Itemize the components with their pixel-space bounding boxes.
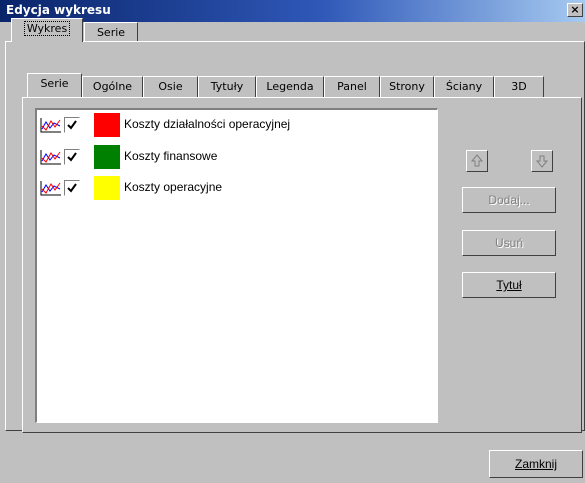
tab-strony-label: Strony xyxy=(389,80,425,93)
tab-panel[interactable]: Panel xyxy=(324,76,380,98)
tab-ogolne[interactable]: Ogólne xyxy=(82,76,143,98)
close-window-button[interactable]: × xyxy=(567,3,583,17)
tab-tytuly[interactable]: Tytuły xyxy=(198,76,256,98)
close-button[interactable]: Zamknij xyxy=(489,450,583,478)
tab-legenda[interactable]: Legenda xyxy=(256,76,324,98)
remove-series-button[interactable]: Usuń xyxy=(462,230,556,256)
series-name: Koszty działalności operacyjnej xyxy=(124,117,291,131)
dialog-body: Wykres Serie Serie Ogólne Osie Tytuły Legend… xyxy=(0,18,585,483)
close-button-label: Zamknij xyxy=(514,457,557,471)
line-chart-icon xyxy=(40,149,62,165)
series-title-button[interactable]: Tytuł xyxy=(462,272,556,298)
series-row[interactable]: Koszty działalności operacyjnej xyxy=(40,113,430,137)
arrow-down-icon xyxy=(535,155,549,168)
series-title-label: Tytuł xyxy=(496,278,522,292)
add-series-button[interactable]: Dodaj... xyxy=(462,187,556,213)
remove-series-label: Usuń xyxy=(494,236,523,250)
tab-wykres-label: Wykres xyxy=(23,21,71,36)
tab-3d[interactable]: 3D xyxy=(494,76,544,98)
arrow-up-icon xyxy=(470,154,484,167)
tab-legenda-label: Legenda xyxy=(266,80,314,93)
window-title: Edycja wykresu xyxy=(6,3,111,17)
tab-3d-label: 3D xyxy=(511,80,527,93)
tab-osie[interactable]: Osie xyxy=(143,76,198,98)
tab-serie[interactable]: Serie xyxy=(27,73,82,97)
series-color-swatch[interactable] xyxy=(94,113,120,137)
title-bar: Edycja wykresu × xyxy=(0,0,585,22)
series-row[interactable]: Koszty finansowe xyxy=(40,145,430,169)
series-visible-checkbox[interactable] xyxy=(64,117,80,133)
tab-panel-label: Panel xyxy=(337,80,367,93)
line-chart-icon xyxy=(40,180,62,196)
series-row[interactable]: Koszty operacyjne xyxy=(40,176,430,200)
move-down-button[interactable] xyxy=(531,150,553,172)
series-name: Koszty finansowe xyxy=(124,149,218,163)
tab-serie-outer-label: Serie xyxy=(96,26,126,39)
tab-serie-label: Serie xyxy=(40,77,69,90)
tab-sciany[interactable]: Ściany xyxy=(434,76,494,98)
line-chart-icon xyxy=(40,117,62,133)
series-name: Koszty operacyjne xyxy=(124,180,223,194)
add-series-label: Dodaj... xyxy=(488,193,530,207)
tab-osie-label: Osie xyxy=(158,80,183,93)
series-listbox[interactable]: Koszty działalności operacyjnej Koszty f… xyxy=(35,108,438,423)
series-visible-checkbox[interactable] xyxy=(64,149,80,165)
tab-sciany-label: Ściany xyxy=(445,80,483,93)
tab-tytuly-label: Tytuły xyxy=(210,80,244,93)
series-color-swatch[interactable] xyxy=(94,145,120,169)
series-visible-checkbox[interactable] xyxy=(64,180,80,196)
tab-ogolne-label: Ogólne xyxy=(92,80,133,93)
tab-wykres[interactable]: Wykres xyxy=(11,18,83,42)
series-color-swatch[interactable] xyxy=(94,176,120,200)
tab-strony[interactable]: Strony xyxy=(380,76,434,98)
move-up-button[interactable] xyxy=(466,150,488,172)
